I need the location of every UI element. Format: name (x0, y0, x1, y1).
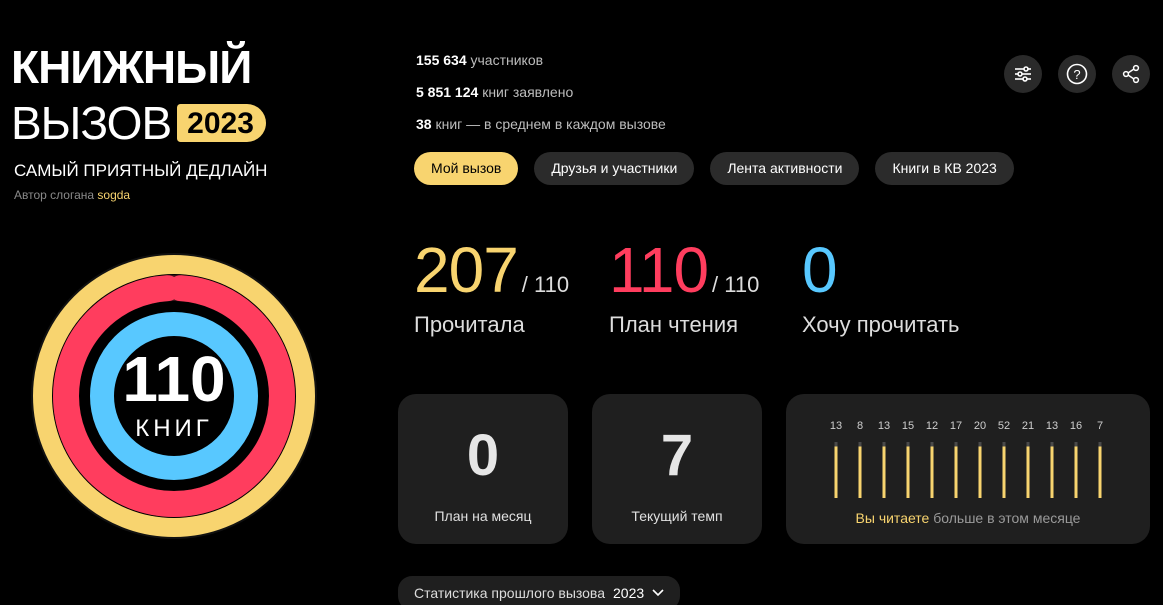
counter-read-label: Прочитала (414, 312, 525, 337)
page: КНИЖНЫЙ ВЫЗОВ 2023 САМЫЙ ПРИЯТНЫЙ ДЕДЛАЙ… (0, 0, 1163, 605)
bar-value-label: 13 (878, 420, 890, 432)
bar-value-label: 17 (950, 420, 962, 432)
chart-footer-text: больше в этом месяце (933, 510, 1081, 526)
bar-value-label: 15 (902, 420, 914, 432)
card-current-pace-value: 7 (660, 423, 694, 488)
ring-book-count: 110 (122, 343, 225, 415)
bar-value-label: 13 (1046, 420, 1058, 432)
stat-average-books-text: книг — в среднем в каждом вызове (435, 116, 666, 132)
bar (858, 446, 862, 498)
svg-text:?: ? (1073, 67, 1080, 82)
card-month-plan[interactable]: 0 План на месяц (398, 394, 568, 544)
ring-unit-label: КНИГ (135, 415, 213, 442)
chart-footer-highlight: Вы читаете (855, 510, 930, 526)
tab-friends-participants[interactable]: Друзья и участники (534, 152, 695, 185)
bar-value-label: 21 (1022, 420, 1034, 432)
share-button[interactable] (1112, 55, 1150, 93)
counter-read-value: 207 (414, 234, 519, 306)
stat-participants: 155 634 участников (416, 52, 543, 68)
tab-activity-feed[interactable]: Лента активности (710, 152, 860, 185)
counter-plan[interactable]: 110/ 110 План чтения (609, 238, 759, 338)
counter-want-value: 0 (802, 234, 838, 306)
card-current-pace-label: Текущий темп (631, 508, 723, 524)
slogan: САМЫЙ ПРИЯТНЫЙ ДЕДЛАЙН (14, 161, 268, 180)
bar-value-label: 7 (1097, 420, 1103, 432)
challenge-progress-ring: 110 КНИГ (31, 253, 317, 539)
help-button[interactable]: ? (1058, 55, 1096, 93)
share-icon (1122, 64, 1140, 84)
filter-button[interactable] (1004, 55, 1042, 93)
bar-value-label: 12 (926, 420, 938, 432)
counter-want-label: Хочу прочитать (802, 312, 960, 337)
bar (1002, 446, 1006, 498)
previous-stats-year: 2023 (613, 585, 645, 601)
bar-value-label: 13 (830, 420, 842, 432)
bar (1098, 446, 1102, 498)
logo-year-badge: 2023 (177, 104, 266, 142)
bar (930, 446, 934, 498)
card-current-pace[interactable]: 7 Текущий темп (592, 394, 762, 544)
help-icon: ? (1066, 63, 1088, 85)
slogan-author: Автор слогана sogda (14, 188, 130, 202)
bar (978, 446, 982, 498)
slogan-author-prefix: Автор слогана (14, 188, 95, 202)
tab-my-challenge[interactable]: Мой вызов (414, 152, 519, 185)
bar-value-label: 8 (857, 420, 863, 432)
bar (882, 446, 886, 498)
card-month-plan-value: 0 (466, 423, 500, 488)
tab-books-in-challenge[interactable]: Книги в КВ 2023 (875, 152, 1014, 185)
counter-plan-of: / 110 (712, 272, 760, 297)
stat-books-declared: 5 851 124 книг заявлено (416, 84, 573, 100)
logo-word: ВЫЗОВ (11, 97, 172, 149)
counter-plan-label: План чтения (609, 312, 739, 337)
counter-read[interactable]: 207/ 110 Прочитала (414, 238, 569, 338)
stat-average-books: 38 книг — в среднем в каждом вызове (416, 116, 666, 132)
counter-read-of: / 110 (521, 272, 570, 297)
stat-participants-value: 155 634 (416, 52, 467, 68)
stat-average-books-value: 38 (416, 116, 432, 132)
counter-want[interactable]: 0 Хочу прочитать (802, 238, 960, 338)
card-monthly-chart[interactable]: 13 8 13 15 12 17 20 52 21 13 16 7 Вы читаете больше… (786, 394, 1150, 544)
previous-challenge-stats-dropdown[interactable]: Статистика прошлого вызова 2023 (398, 576, 681, 605)
monthly-books-chart: 13 8 13 15 12 17 20 52 21 13 16 7 (830, 420, 1103, 498)
previous-stats-label: Статистика прошлого вызова (414, 585, 606, 601)
bar-value-label: 16 (1070, 420, 1082, 432)
bar (1074, 446, 1078, 498)
bar (1050, 446, 1054, 498)
tab-bar: Мой вызов Друзья и участники Лента актив… (414, 152, 1014, 185)
bar (954, 446, 958, 498)
bar-value-label: 52 (998, 420, 1010, 432)
counter-plan-value: 110 (609, 234, 709, 306)
slogan-author-link[interactable]: sogda (97, 188, 130, 202)
bar (906, 446, 910, 498)
stat-participants-text: участников (470, 52, 544, 68)
logo-title-line1[interactable]: КНИЖНЫЙ (11, 44, 252, 90)
bar (1026, 446, 1030, 498)
bar (834, 446, 838, 498)
bar-value-label: 20 (974, 420, 986, 432)
stat-books-declared-value: 5 851 124 (416, 84, 479, 100)
stat-books-declared-text: книг заявлено (482, 84, 574, 100)
card-month-plan-label: План на месяц (434, 508, 532, 524)
logo-title-line2[interactable]: ВЫЗОВ 2023 (11, 100, 266, 146)
filter-icon (1015, 66, 1031, 82)
chevron-down-icon (652, 589, 664, 597)
chart-footer: Вы читаете больше в этом месяце (786, 510, 1150, 526)
